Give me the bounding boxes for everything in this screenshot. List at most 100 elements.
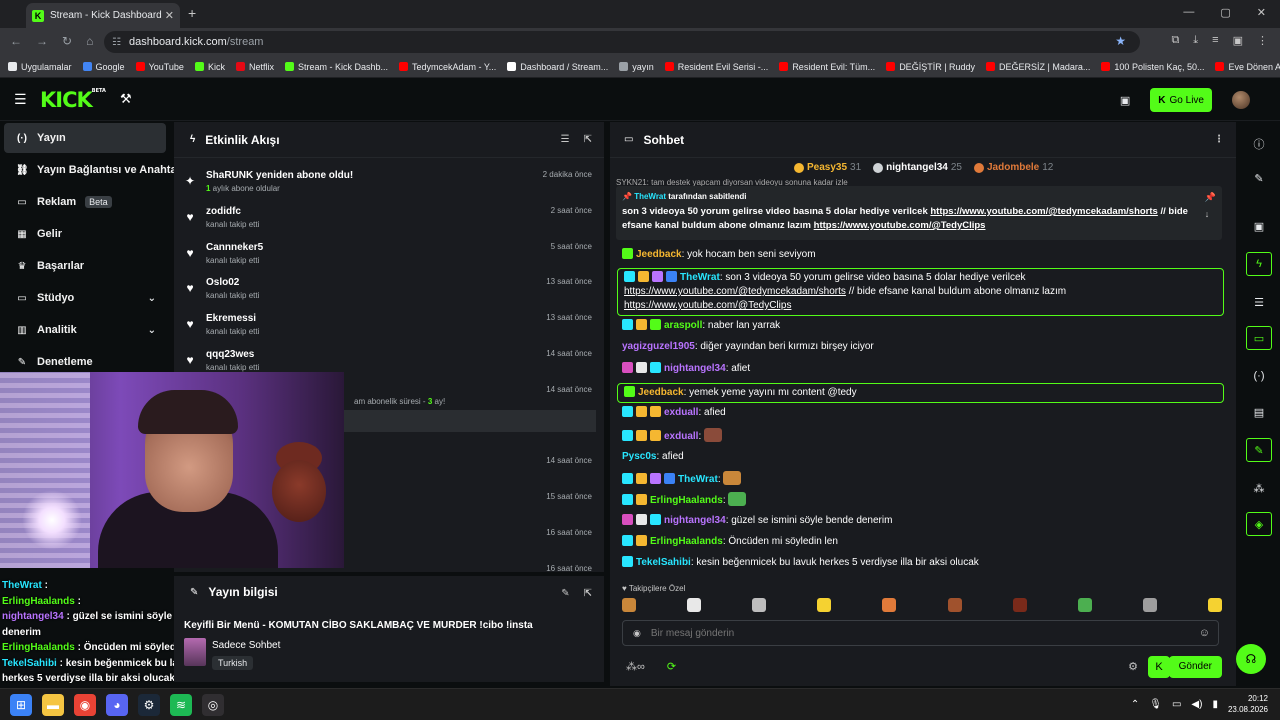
emote-option-icon[interactable] [1012,598,1027,612]
chat-message[interactable]: Jeedback: yok hocam ben seni seviyom [622,248,1222,262]
chat-username[interactable]: yagizguzel1905 [622,341,695,352]
forward-icon[interactable]: → [36,34,48,48]
minimize-icon[interactable]: — [1183,6,1194,19]
leaderboard-entry[interactable]: Jadombele 12 [973,162,1053,173]
bookmark-item[interactable]: yayın [619,62,654,72]
chat-message[interactable]: TheWrat: son 3 videoya 50 yorum gelirse … [617,268,1224,316]
sidebar-item-3[interactable]: ▭ Reklam Beta [4,187,166,217]
chevron-down-icon[interactable]: ⌄ [148,325,156,336]
chat-username[interactable]: TekelSahibi [636,557,691,568]
go-live-button[interactable]: K Go Live [1150,88,1212,112]
chat-message[interactable]: nightangel34: güzel se ismini söyle bend… [622,514,1222,528]
chat-username[interactable]: ErlingHaalands [650,536,723,547]
kick-points-icon[interactable]: ⁂∞ [626,660,645,673]
chat-settings-icon[interactable]: ⚙ [1128,660,1138,673]
chat-username[interactable]: Jeedback [638,387,684,398]
home-icon[interactable]: ⌂ [86,34,93,48]
green-badge-icon[interactable]: ⟳ [667,660,676,673]
discord-icon[interactable]: ◕ [106,694,128,716]
sidebar-item-4[interactable]: ▦ Gelir [4,219,166,249]
emote-option-icon[interactable] [882,598,897,612]
edit-icon[interactable]: ✎ [561,588,569,599]
leaderboard-entry[interactable]: Peasy35 31 [794,162,861,173]
chat-username[interactable]: Pysc0s [622,451,656,462]
chat-message[interactable]: TekelSahibi: kesin beğenmicek bu lavuk h… [622,556,1222,570]
chat-message[interactable]: nightangel34: afiet [622,362,1222,376]
emote-option-icon[interactable] [622,598,636,612]
bookmark-item[interactable]: Kick [194,62,225,72]
chat-more-icon[interactable]: ⋮ [1214,134,1224,145]
emoji-icon[interactable]: ☺ [1199,627,1210,639]
system-clock[interactable]: 20:12 23.08.2026 [1228,693,1268,715]
microphone-icon[interactable]: 🎙 [1149,699,1162,710]
browser-tab-active[interactable]: K Stream - Kick Dashboard ✕ [26,3,180,28]
tag-icon[interactable]: ◈ [1246,512,1272,536]
profile-icon[interactable]: ▣ [1233,34,1243,47]
user-avatar[interactable] [1232,91,1250,109]
sidebar-item-5[interactable]: ♛ Başarılar [4,251,166,281]
volume-icon[interactable]: ◀) [1191,699,1202,710]
stream-preview-icon[interactable]: ▣ [1120,94,1130,107]
network-icon[interactable]: ▭ [1172,699,1181,710]
printer-icon[interactable]: ▤ [1246,400,1272,424]
bookmark-item[interactable]: Stream - Kick Dashb... [284,62,388,72]
info-icon[interactable]: ⓘ [1246,132,1272,156]
battery-icon[interactable]: ▮ [1212,699,1218,710]
chat-panel-icon[interactable]: ▭ [1246,326,1272,350]
chat-message[interactable]: Jeedback: yemek yeme yayını mı content @… [617,383,1224,403]
chat-message[interactable]: araspoll: naber lan yarrak [622,319,1222,333]
maximize-icon[interactable]: ▢ [1220,6,1230,19]
sidebar-item-1[interactable]: (·) Yayın [4,123,166,153]
creator-tools-icon[interactable]: ⚒ [120,91,132,107]
chat-link[interactable]: https://www.youtube.com/@TedyClips [624,300,791,311]
chat-username[interactable]: nightangel34 [664,515,726,526]
emote-option-icon[interactable] [1207,598,1222,612]
bookmark-item[interactable]: DEĞİŞTİR | Ruddy [886,62,975,72]
bookmark-item[interactable]: 100 Polisten Kaç, 50... [1101,62,1204,72]
chevron-down-icon[interactable]: ⌄ [148,293,156,304]
popout-icon[interactable]: ⇱ [584,588,592,599]
activity-icon[interactable]: ϟ [1246,252,1272,276]
bookmark-item[interactable]: Resident Evil: Tüm... [779,62,875,72]
tray-chevron-icon[interactable]: ⌃ [1131,699,1139,710]
emote-option-icon[interactable] [817,598,832,612]
chat-message[interactable]: ErlingHaalands: Öncüden mi söyledin len [622,535,1222,549]
chrome-icon[interactable]: ◉ [74,694,96,716]
sidebar-item-2[interactable]: ⛓ Yayın Bağlantısı ve Anahtarı [4,155,184,185]
broadcast-rail-icon[interactable]: (·) [1246,364,1272,388]
activity-event-row[interactable]: ✦ ShaRUNK yeniden abone oldu! 1 aylık abon… [184,168,596,202]
emote-option-icon[interactable] [752,598,767,612]
close-tab-icon[interactable]: ✕ [165,9,174,22]
chat-input-box[interactable]: ◉ ☺ [622,620,1219,646]
chat-username[interactable]: TheWrat [678,474,718,485]
chat-username[interactable]: TheWrat [680,272,720,283]
bookmark-item[interactable]: Resident Evil Serisi -... [664,62,768,72]
download-icon[interactable]: ⤓ [1193,34,1198,47]
bookmark-item[interactable]: Netflix [235,62,274,72]
unpin-icon[interactable]: 📌 [1205,192,1216,203]
site-info-icon[interactable]: ☷ [112,37,121,48]
hamburger-menu-icon[interactable]: ☰ [14,91,27,108]
chat-username[interactable]: nightangel34 [664,363,726,374]
kick-emote-icon[interactable]: K [1148,656,1170,678]
collapse-pinned-icon[interactable]: ↓ [1205,209,1216,219]
kick-logo[interactable]: KICKBETA [40,88,106,112]
wrench-rail-icon[interactable]: ✎ [1246,438,1272,462]
url-input[interactable]: ☷ dashboard.kick.com/stream ★ [104,31,1140,53]
new-tab-button[interactable]: + [188,5,196,21]
chat-username[interactable]: exduall [664,431,698,442]
emote-option-icon[interactable] [687,598,702,612]
chat-username[interactable]: Jeedback [636,249,682,260]
windows-start-icon[interactable]: ⊞ [10,694,32,716]
chat-link[interactable]: https://www.youtube.com/@tedymcekadam/sh… [624,286,846,297]
chat-username[interactable]: araspoll [664,320,702,331]
filter-icon[interactable]: ☰ [561,134,570,145]
activity-event-row[interactable]: ♥ Oslo02 kanalı takip etti 13 saat önce [184,275,596,309]
media-icon[interactable]: ≡ [1212,34,1218,47]
bookmark-item[interactable]: Dashboard / Stream... [507,62,608,72]
popout-icon[interactable]: ⇱ [584,134,592,145]
chat-message[interactable]: exduall: [622,428,1222,444]
activity-event-row[interactable]: ♥ Ekremessi kanalı takip etti 13 saat önce [184,311,596,345]
bookmark-item[interactable]: Uygulamalar [8,62,72,72]
sidebar-item-6[interactable]: ▭ Stüdyo ⌄ [4,283,166,313]
